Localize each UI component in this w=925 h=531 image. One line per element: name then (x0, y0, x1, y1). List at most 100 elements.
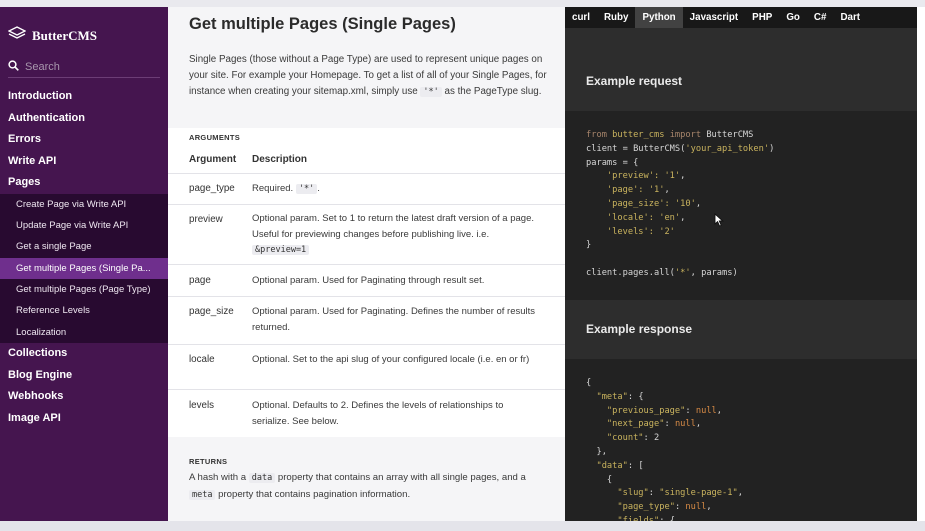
brand-logo[interactable]: ButterCMS (7, 26, 97, 45)
column-header-description: Description (252, 154, 308, 165)
sidebar-subitem-reference-levels[interactable]: Reference Levels (0, 300, 168, 321)
response-code-block[interactable]: { "meta": { "previous_page": null, "next… (565, 359, 917, 521)
code-token: : (674, 502, 686, 513)
code-token: null (685, 502, 707, 513)
argument-description: Required. '*'. (252, 181, 542, 198)
returns-text-2: property that contains an array with all… (275, 472, 526, 483)
argument-description: Optional. Defaults to 2. Defines the lev… (252, 400, 504, 427)
tab-csharp[interactable]: C# (807, 7, 834, 28)
code-token: { (586, 378, 592, 388)
tab-go[interactable]: Go (779, 7, 807, 28)
code-token: "slug" (617, 488, 649, 499)
argument-description: Optional. Set to the api slug of your co… (252, 354, 530, 365)
argument-name: locale (189, 354, 215, 365)
code-token: null (695, 405, 717, 416)
code-token: "count" (606, 433, 644, 444)
argument-name: page_size (189, 306, 234, 317)
sidebar-subitem-update-page[interactable]: Update Page via Write API (0, 215, 168, 236)
sidebar-subitem-localization[interactable]: Localization (0, 322, 168, 343)
search-box[interactable] (8, 57, 160, 78)
inline-code: data (248, 473, 276, 483)
sidebar: ButterCMS Introduction Authentication Er… (0, 7, 168, 521)
sidebar-item-image-api[interactable]: Image API (0, 408, 168, 430)
sidebar-item-introduction[interactable]: Introduction (0, 86, 168, 108)
code-token: : (648, 488, 660, 499)
code-token: 'page_size': '10' (606, 198, 696, 209)
sidebar-item-blog-engine[interactable]: Blog Engine (0, 365, 168, 387)
table-row: levels Optional. Defaults to 2. Defines … (168, 389, 565, 438)
bottom-strip (0, 521, 925, 531)
inline-code: '*' (295, 184, 318, 194)
tab-php[interactable]: PHP (745, 7, 779, 28)
argument-description: Optional param. Used for Paginating. Def… (252, 306, 536, 333)
sidebar-item-collections[interactable]: Collections (0, 343, 168, 365)
description-text: Required. (252, 183, 296, 194)
tab-ruby[interactable]: Ruby (597, 7, 636, 28)
code-token: '*' (674, 267, 691, 278)
code-token: , params) (690, 267, 738, 278)
sidebar-item-webhooks[interactable]: Webhooks (0, 386, 168, 408)
intro-section: Get multiple Pages (Single Pages) Single… (168, 7, 565, 128)
column-header-argument: Argument (189, 154, 237, 165)
code-token: "previous_page" (606, 405, 686, 416)
inline-code: meta (189, 489, 216, 500)
code-token: 'your_api_token' (685, 143, 770, 154)
returns-text-1: A hash with a (189, 472, 249, 483)
argument-name: page (189, 275, 211, 286)
returns-text: A hash with a data property that contain… (189, 470, 554, 503)
sidebar-subitem-get-multiple-single-pages[interactable]: Get multiple Pages (Single Pa... (0, 257, 168, 280)
code-token: butter_cms (612, 130, 665, 140)
code-token: : (685, 405, 696, 416)
sidebar-subitem-get-single-page[interactable]: Get a single Page (0, 236, 168, 257)
tab-javascript[interactable]: Javascript (683, 7, 745, 28)
intro-text-end: as the PageType slug. (441, 85, 542, 97)
returns-text-3: property that contains pagination inform… (215, 488, 411, 500)
sidebar-item-errors[interactable]: Errors (0, 129, 168, 151)
argument-name: preview (189, 214, 223, 225)
argument-name: page_type (189, 183, 235, 194)
tab-dart[interactable]: Dart (833, 7, 867, 28)
code-token: } client.pages.all( (586, 240, 675, 278)
mouse-cursor-icon (714, 212, 724, 232)
inline-code: '*' (420, 86, 442, 97)
example-request-title: Example request (586, 74, 683, 88)
table-row: page_type Required. '*'. (168, 173, 565, 205)
search-input[interactable] (25, 61, 145, 73)
description-text: Optional param. Set to 1 to return the l… (252, 213, 534, 240)
argument-name: levels (189, 400, 215, 411)
sidebar-item-write-api[interactable]: Write API (0, 151, 168, 173)
sidebar-item-authentication[interactable]: Authentication (0, 108, 168, 130)
code-token: "single-page-1" (659, 488, 738, 499)
intro-paragraph: Single Pages (those without a Page Type)… (189, 52, 549, 100)
brand-name: ButterCMS (32, 27, 97, 43)
code-token: import (669, 130, 702, 140)
arguments-heading: ARGUMENTS (189, 133, 241, 142)
code-token: 'locale': 'en' (606, 212, 681, 223)
tab-curl[interactable]: curl (565, 7, 597, 28)
sidebar-subitem-get-multiple-page-type[interactable]: Get multiple Pages (Page Type) (0, 279, 168, 300)
request-code: from butter_cms import ButterCMS client … (586, 129, 774, 281)
top-strip (0, 0, 925, 7)
tab-python[interactable]: Python (635, 7, 683, 28)
sidebar-subitem-create-page[interactable]: Create Page via Write API (0, 194, 168, 215)
language-tabs: curl Ruby Python Javascript PHP Go C# Da… (565, 7, 917, 28)
response-code: { "meta": { "previous_page": null, "next… (586, 377, 743, 521)
request-code-block[interactable]: from butter_cms import ButterCMS client … (565, 111, 917, 300)
code-token: 'page': '1' (606, 185, 665, 196)
code-token: : (664, 419, 675, 430)
table-row: preview Optional param. Set to 1 to retu… (168, 204, 565, 265)
code-panel: curl Ruby Python Javascript PHP Go C# Da… (565, 7, 917, 521)
code-token: "next_page" (606, 419, 665, 430)
code-token: "page_type" (617, 502, 675, 513)
table-row: locale Optional. Set to the api slug of … (168, 344, 565, 390)
description-text-end: . (317, 183, 320, 194)
sidebar-item-pages[interactable]: Pages (0, 172, 168, 194)
code-token: 'preview': '1' (606, 171, 681, 182)
butter-logo-icon (7, 26, 27, 45)
table-row: page_size Optional param. Used for Pagin… (168, 296, 565, 345)
pages-subnav: Create Page via Write API Update Page vi… (0, 193, 168, 344)
code-token: "meta" (596, 391, 628, 402)
code-token: "data" (596, 460, 628, 471)
argument-description: Optional param. Used for Paginating thro… (252, 275, 485, 286)
doc-content: Get multiple Pages (Single Pages) Single… (168, 7, 565, 521)
